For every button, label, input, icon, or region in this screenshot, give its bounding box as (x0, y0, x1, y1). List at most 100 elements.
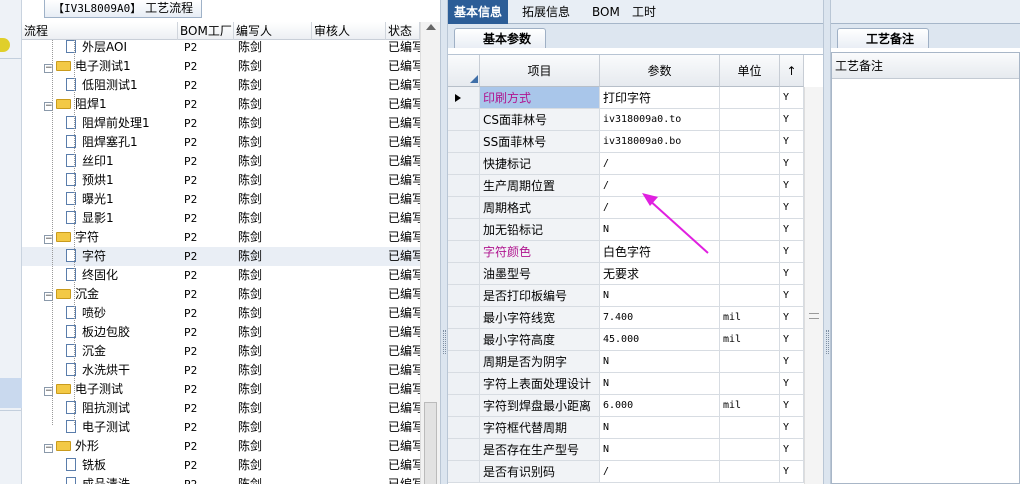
param-value-cell[interactable]: 无要求 (600, 263, 720, 285)
column-header-param[interactable]: 参数 (600, 55, 720, 87)
tree-row[interactable]: 铣板 P2 陈剑 已编写 (22, 456, 420, 475)
tree-row[interactable]: 阻抗测试 P2 陈剑 已编写 (22, 399, 420, 418)
param-value-cell[interactable]: iv318009a0.bo (600, 131, 720, 153)
row-indicator[interactable] (448, 307, 480, 329)
tab-bom[interactable]: BOM (586, 0, 626, 24)
tree-row[interactable]: − 外形 P2 陈剑 已编写 (22, 437, 420, 456)
row-indicator[interactable] (448, 263, 480, 285)
tree-row[interactable]: 字符 P2 陈剑 已编写 (22, 247, 420, 266)
scroll-thumb[interactable] (424, 402, 437, 484)
param-row[interactable]: 印刷方式 打印字符 Y (448, 87, 808, 109)
param-row[interactable]: 最小字符高度 45.000 mil Y (448, 329, 808, 351)
grid-scrollbar[interactable] (804, 87, 823, 484)
tree-row[interactable]: 喷砂 P2 陈剑 已编写 (22, 304, 420, 323)
tree-row[interactable]: − 阻焊1 P2 陈剑 已编写 (22, 95, 420, 114)
param-value-cell[interactable]: 打印字符 (600, 87, 720, 109)
param-row[interactable]: 字符到焊盘最小距离 6.000 mil Y (448, 395, 808, 417)
tree-node[interactable]: 铣板 (66, 456, 178, 475)
row-indicator[interactable] (448, 417, 480, 439)
row-indicator[interactable] (448, 351, 480, 373)
param-value-cell[interactable]: 7.400 (600, 307, 720, 329)
tree-node[interactable]: 丝印1 (66, 152, 178, 171)
tree-node[interactable]: 阻焊塞孔1 (66, 133, 178, 152)
row-indicator[interactable] (448, 285, 480, 307)
tree-row[interactable]: − 沉金 P2 陈剑 已编写 (22, 285, 420, 304)
tree-row[interactable]: − 电子测试 P2 陈剑 已编写 (22, 380, 420, 399)
param-row[interactable]: CS面菲林号 iv318009a0.to Y (448, 109, 808, 131)
param-row[interactable]: 字符框代替周期 N Y (448, 417, 808, 439)
tree-row[interactable]: 外层AOI P2 陈剑 已编写 (22, 38, 420, 57)
tree-node[interactable]: 成品清洗 (66, 475, 178, 484)
param-value-cell[interactable]: iv318009a0.to (600, 109, 720, 131)
param-row[interactable]: 最小字符线宽 7.400 mil Y (448, 307, 808, 329)
row-indicator[interactable] (448, 87, 480, 109)
row-indicator[interactable] (448, 197, 480, 219)
splitter-left[interactable] (440, 0, 448, 484)
tree-row[interactable]: 阻焊前处理1 P2 陈剑 已编写 (22, 114, 420, 133)
tree-row[interactable]: 显影1 P2 陈剑 已编写 (22, 209, 420, 228)
tab-extended-info[interactable]: 拓展信息 (516, 0, 576, 24)
tree-row[interactable]: 沉金 P2 陈剑 已编写 (22, 342, 420, 361)
column-header-unit[interactable]: 单位 (720, 55, 780, 87)
param-row[interactable]: 是否有识别码 / Y (448, 461, 808, 483)
row-indicator[interactable] (448, 153, 480, 175)
tree-row[interactable]: 水洗烘干 P2 陈剑 已编写 (22, 361, 420, 380)
param-row[interactable]: 油墨型号 无要求 Y (448, 263, 808, 285)
param-value-cell[interactable]: N (600, 439, 720, 461)
param-row[interactable]: 是否存在生产型号 N Y (448, 439, 808, 461)
row-indicator[interactable] (448, 131, 480, 153)
param-row[interactable]: 字符上表面处理设计 N Y (448, 373, 808, 395)
tab-process-flow[interactable]: 【IV3L8009A0】 工艺流程 (44, 0, 203, 18)
tree-node[interactable]: 电子测试 (66, 418, 178, 437)
nav-selected-item[interactable] (0, 378, 22, 408)
param-row[interactable]: 周期是否为阴字 N Y (448, 351, 808, 373)
tree-row[interactable]: 成品清洗 P2 陈剑 已编写 (22, 475, 420, 484)
row-indicator[interactable] (448, 439, 480, 461)
tree-node[interactable]: 低阻测试1 (66, 76, 178, 95)
collapse-icon[interactable]: − (44, 444, 53, 453)
tree-scrollbar[interactable] (420, 22, 440, 484)
column-header-sort[interactable]: ↑ (780, 55, 804, 87)
row-indicator[interactable] (448, 461, 480, 483)
tab-man-hours[interactable]: 工时 (626, 0, 662, 24)
tree-row[interactable]: 丝印1 P2 陈剑 已编写 (22, 152, 420, 171)
tree-node[interactable]: − 电子测试 (44, 380, 178, 399)
tree-node[interactable]: 板边包胶 (66, 323, 178, 342)
row-indicator[interactable] (448, 329, 480, 351)
param-value-cell[interactable]: 6.000 (600, 395, 720, 417)
tree-node[interactable]: 终固化 (66, 266, 178, 285)
tree-row[interactable]: 预烘1 P2 陈剑 已编写 (22, 171, 420, 190)
tree-row[interactable]: 低阻测试1 P2 陈剑 已编写 (22, 76, 420, 95)
param-row[interactable]: 快捷标记 / Y (448, 153, 808, 175)
tree-node[interactable]: 喷砂 (66, 304, 178, 323)
tree-row[interactable]: 曝光1 P2 陈剑 已编写 (22, 190, 420, 209)
tree-node[interactable]: 阻焊前处理1 (66, 114, 178, 133)
tree-row[interactable]: 终固化 P2 陈剑 已编写 (22, 266, 420, 285)
tree-node[interactable]: − 阻焊1 (44, 95, 178, 114)
tree-node[interactable]: 阻抗测试 (66, 399, 178, 418)
param-value-cell[interactable]: N (600, 285, 720, 307)
param-row[interactable]: SS面菲林号 iv318009a0.bo Y (448, 131, 808, 153)
tree-node[interactable]: 水洗烘干 (66, 361, 178, 380)
splitter-right[interactable] (823, 0, 831, 484)
tab-basic-params[interactable]: 基本参数 (454, 28, 547, 48)
row-indicator[interactable] (448, 219, 480, 241)
tree-node[interactable]: 沉金 (66, 342, 178, 361)
param-row[interactable]: 是否打印板编号 N Y (448, 285, 808, 307)
param-value-cell[interactable]: N (600, 373, 720, 395)
tree-node[interactable]: 曝光1 (66, 190, 178, 209)
column-header-item[interactable]: 项目 (480, 55, 600, 87)
tree-node[interactable]: − 外形 (44, 437, 178, 456)
tree-node[interactable]: − 沉金 (44, 285, 178, 304)
param-value-cell[interactable]: / (600, 461, 720, 483)
tab-basic-info[interactable]: 基本信息 (448, 0, 509, 24)
param-value-cell[interactable]: N (600, 417, 720, 439)
tree-node[interactable]: 外层AOI (66, 38, 178, 57)
tree-row[interactable]: 阻焊塞孔1 P2 陈剑 已编写 (22, 133, 420, 152)
tree-row[interactable]: − 电子测试1 P2 陈剑 已编写 (22, 57, 420, 76)
param-value-cell[interactable]: N (600, 351, 720, 373)
row-indicator[interactable] (448, 175, 480, 197)
tab-process-notes[interactable]: 工艺备注 (837, 28, 930, 48)
row-indicator[interactable] (448, 241, 480, 263)
row-indicator[interactable] (448, 109, 480, 131)
